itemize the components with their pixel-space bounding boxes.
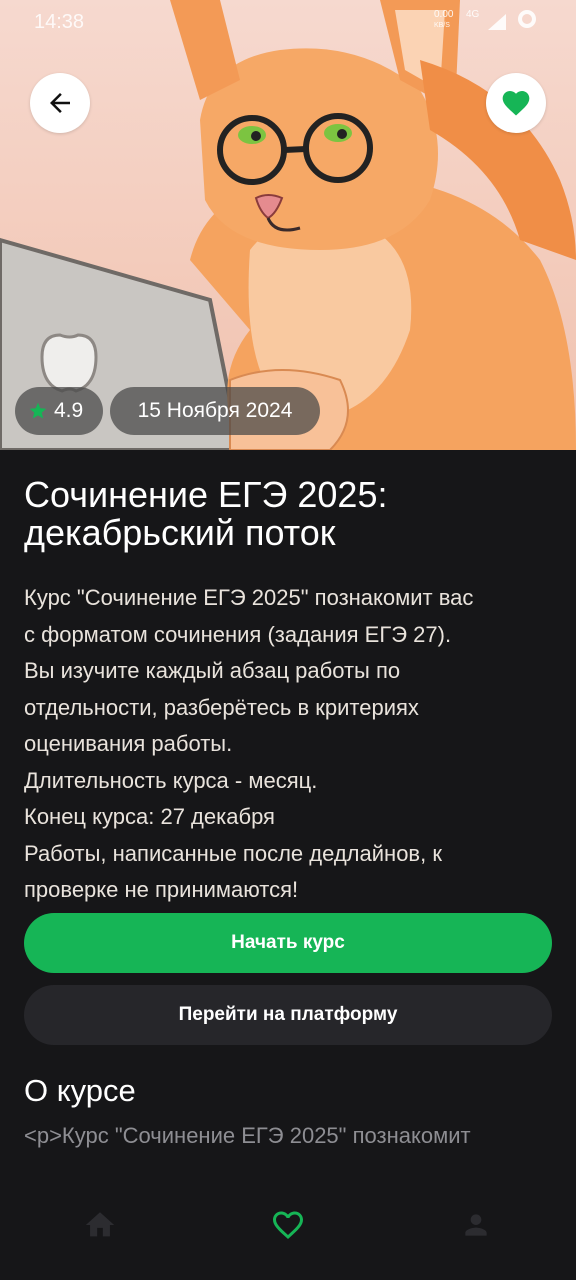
tab-profile[interactable] bbox=[456, 1205, 496, 1245]
signal-icon bbox=[488, 14, 506, 30]
description-line: отдельности, разберётесь в критериях bbox=[24, 694, 419, 720]
description-line: Длительность курса - месяц. bbox=[24, 767, 318, 793]
course-title-line: декабрьский поток bbox=[24, 512, 336, 553]
heart-filled-icon bbox=[502, 91, 530, 116]
description-line: с форматом сочинения (задания ЕГЭ 27). bbox=[24, 621, 452, 647]
person-icon bbox=[465, 1214, 487, 1236]
description-line: Курс "Сочинение ЕГЭ 2025" познакомит вас bbox=[24, 585, 474, 610]
description-line: Работы, написанные после дедлайнов, к bbox=[24, 840, 442, 866]
arrow-left-icon bbox=[50, 93, 70, 113]
net-speed: 0.00 KB/S bbox=[434, 10, 453, 31]
net-speed-unit: KB/S bbox=[434, 22, 450, 29]
tab-home[interactable] bbox=[80, 1205, 120, 1245]
rating-badge: 4.9 bbox=[15, 387, 103, 435]
course-description: Курс "Сочинение ЕГЭ 2025" познакомит вас… bbox=[24, 580, 552, 909]
heart-outline-icon bbox=[273, 1211, 303, 1240]
about-section-text: <p>Курс "Сочинение ЕГЭ 2025" познакомит bbox=[24, 1123, 471, 1148]
status-bar: 14:38 0.00 KB/S 4G bbox=[0, 8, 576, 36]
course-title-line: Сочинение ЕГЭ 2025: bbox=[24, 474, 388, 515]
cat-illustration bbox=[0, 0, 576, 450]
status-time: 14:38 bbox=[34, 11, 85, 33]
favorite-button[interactable] bbox=[486, 73, 546, 133]
course-title: Сочинение ЕГЭ 2025: декабрьский поток bbox=[24, 476, 552, 552]
course-cover-image: 14:38 0.00 KB/S 4G 4.9 15 Ноября 2024 bbox=[0, 0, 576, 450]
date-badge: 15 Ноября 2024 bbox=[110, 387, 320, 435]
description-line: Вы изучите каждый абзац работы по bbox=[24, 658, 401, 683]
net-speed-value: 0.00 bbox=[434, 9, 454, 20]
battery-icon bbox=[518, 10, 536, 28]
rating-value: 4.9 bbox=[54, 399, 84, 422]
start-course-button[interactable]: Начать курс bbox=[24, 913, 552, 973]
star-icon bbox=[29, 402, 47, 419]
description-line: проверке не принимаются! bbox=[24, 877, 299, 902]
description-line: Конец курса: 27 декабря bbox=[24, 804, 275, 829]
home-icon bbox=[85, 1212, 115, 1237]
description-line: оценивания работы. bbox=[24, 731, 233, 756]
bottom-tab-bar bbox=[0, 1175, 576, 1280]
back-button[interactable] bbox=[30, 73, 90, 133]
date-value: 15 Ноября 2024 bbox=[137, 399, 293, 422]
about-section-title: О курсе bbox=[24, 1073, 136, 1108]
go-to-platform-button[interactable]: Перейти на платформу bbox=[24, 985, 552, 1045]
tab-favorites[interactable] bbox=[268, 1205, 308, 1245]
network-type: 4G bbox=[466, 9, 480, 20]
